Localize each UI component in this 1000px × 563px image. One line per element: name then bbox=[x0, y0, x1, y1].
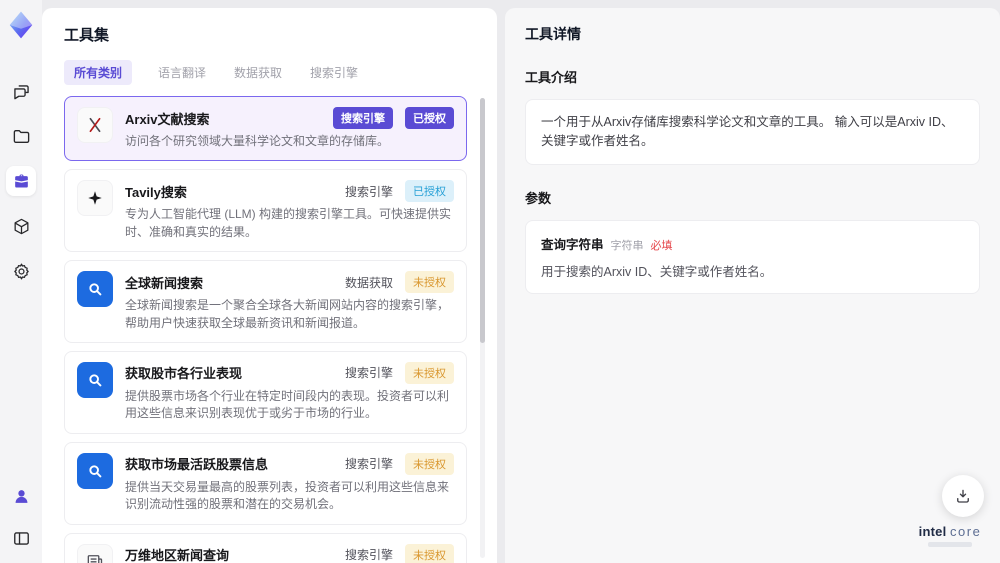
tab-search-engine[interactable]: 搜索引擎 bbox=[308, 60, 360, 85]
sidebar bbox=[0, 0, 42, 563]
folder-icon[interactable] bbox=[6, 121, 36, 151]
tool-list: Arxiv文献搜索 搜索引擎 已授权 访问各个研究领域大量科学论文和文章的存储库… bbox=[64, 96, 485, 563]
tool-list-item[interactable]: Arxiv文献搜索 搜索引擎 已授权 访问各个研究领域大量科学论文和文章的存储库… bbox=[64, 96, 467, 162]
tool-list-item[interactable]: Tavily搜索 搜索引擎 已授权 专为人工智能代理 (LLM) 构建的搜索引擎… bbox=[64, 169, 467, 253]
param-type: 字符串 bbox=[610, 239, 644, 252]
app-logo[interactable] bbox=[6, 10, 36, 40]
tool-list-panel: 工具集 所有类别 语言翻译 数据获取 搜索引擎 Arxiv文献搜索 搜索引擎 已… bbox=[42, 8, 497, 563]
tavily-star-icon bbox=[77, 180, 113, 217]
tool-category-label: 搜索引擎 bbox=[344, 457, 393, 472]
tool-detail-panel: 工具详情 工具介绍 一个用于从Arxiv存储库搜索科学论文和文章的工具。 输入可… bbox=[505, 8, 1000, 563]
sidebar-nav bbox=[6, 76, 36, 286]
tool-auth-badge: 未授权 bbox=[405, 452, 454, 475]
tool-list-item[interactable]: 全球新闻搜索 数据获取 未授权 全球新闻搜索是一个聚合全球各大新闻网站内容的搜索… bbox=[64, 260, 467, 343]
tab-data-fetch[interactable]: 数据获取 bbox=[232, 60, 284, 85]
tab-language-translation[interactable]: 语言翻译 bbox=[156, 60, 208, 85]
tab-all-categories[interactable]: 所有类别 bbox=[64, 60, 133, 85]
list-scrollbar[interactable] bbox=[480, 98, 485, 558]
param-required-flag: 必填 bbox=[650, 239, 673, 252]
tool-name: 全球新闻搜索 bbox=[125, 275, 204, 291]
param-name: 查询字符串 bbox=[541, 237, 604, 252]
intro-card: 一个用于从Arxiv存储库搜索科学论文和文章的工具。 输入可以是Arxiv ID… bbox=[525, 99, 980, 165]
briefcase-icon[interactable] bbox=[6, 166, 36, 196]
param-card: 查询字符串 字符串 必填 用于搜索的Arxiv ID、关键字或作者姓名。 bbox=[525, 219, 980, 294]
tool-auth-badge: 已授权 bbox=[405, 180, 454, 203]
tool-list-item[interactable]: 获取市场最活跃股票信息 搜索引擎 未授权 提供当天交易量最高的股票列表，投资者可… bbox=[64, 441, 467, 525]
tool-description: 专为人工智能代理 (LLM) 构建的搜索引擎工具。可快速提供实时、准确和真实的结… bbox=[125, 207, 452, 239]
brand-subtext-placeholder bbox=[928, 542, 972, 547]
sidebar-bottom bbox=[6, 481, 36, 553]
tool-description: 全球新闻搜索是一个聚合全球各大新闻网站内容的搜索引擎，帮助用户快速获取全球最新资… bbox=[125, 298, 450, 330]
category-tabs: 所有类别 语言翻译 数据获取 搜索引擎 bbox=[64, 60, 477, 85]
list-scrollbar-thumb[interactable] bbox=[480, 98, 485, 343]
user-avatar-icon[interactable] bbox=[6, 481, 36, 511]
tool-name: Tavily搜索 bbox=[125, 184, 187, 200]
tool-name: 获取股市各行业表现 bbox=[125, 366, 243, 382]
blue-search-icon bbox=[77, 361, 113, 398]
tool-description: 访问各个研究领域大量科学论文和文章的存储库。 bbox=[125, 134, 390, 148]
tool-auth-badge: 未授权 bbox=[405, 361, 454, 384]
intro-heading: 工具介绍 bbox=[525, 70, 578, 85]
tool-auth-badge: 未授权 bbox=[405, 543, 454, 563]
tool-description: 提供当天交易量最高的股票列表，投资者可以利用这些信息来识别流动性强的股票和潜在的… bbox=[125, 479, 450, 512]
page-title: 工具集 bbox=[64, 27, 110, 44]
tool-description: 提供股票市场各个行业在特定时间段内的表现。投资者可以利用这些信息来识别表现优于或… bbox=[125, 388, 450, 421]
tool-list-item[interactable]: 万维地区新闻查询 搜索引擎 未授权 查询具体行政区划内的新闻，快速了解各地新闻动 bbox=[64, 532, 467, 563]
chat-icon[interactable] bbox=[6, 76, 36, 106]
tool-category-label: 搜索引擎 bbox=[344, 366, 393, 381]
tool-name: 万维地区新闻查询 bbox=[125, 548, 230, 563]
blue-search-icon bbox=[77, 271, 113, 308]
panel-toggle-icon[interactable] bbox=[6, 523, 36, 553]
brand-intel-text: intel bbox=[918, 524, 947, 539]
params-heading: 参数 bbox=[525, 190, 552, 206]
tool-auth-badge: 已授权 bbox=[405, 107, 454, 129]
tool-auth-badge: 未授权 bbox=[405, 271, 454, 294]
tool-category-label: 数据获取 bbox=[344, 275, 393, 290]
cube-icon[interactable] bbox=[6, 211, 36, 241]
tool-list-item[interactable]: 获取股市各行业表现 搜索引擎 未授权 提供股票市场各个行业在特定时间段内的表现。… bbox=[64, 350, 467, 434]
download-icon bbox=[957, 489, 969, 503]
arxiv-logo-icon bbox=[77, 107, 113, 143]
tool-category-label: 搜索引擎 bbox=[344, 548, 393, 563]
tool-name: Arxiv文献搜索 bbox=[125, 111, 210, 127]
blue-search-icon bbox=[77, 452, 113, 489]
detail-title: 工具详情 bbox=[525, 26, 581, 42]
intel-core-logo: intel core bbox=[914, 524, 986, 547]
newspaper-icon bbox=[77, 543, 113, 563]
tool-category-badge: 搜索引擎 bbox=[333, 107, 393, 129]
tool-category-label: 搜索引擎 bbox=[344, 184, 393, 199]
intro-text: 一个用于从Arxiv存储库搜索科学论文和文章的工具。 输入可以是Arxiv ID… bbox=[541, 115, 954, 148]
param-description: 用于搜索的Arxiv ID、关键字或作者姓名。 bbox=[541, 264, 773, 279]
tool-name: 获取市场最活跃股票信息 bbox=[125, 457, 269, 473]
brand-core-text: core bbox=[950, 524, 982, 539]
gear-icon[interactable] bbox=[6, 256, 36, 286]
download-button[interactable] bbox=[942, 475, 984, 517]
